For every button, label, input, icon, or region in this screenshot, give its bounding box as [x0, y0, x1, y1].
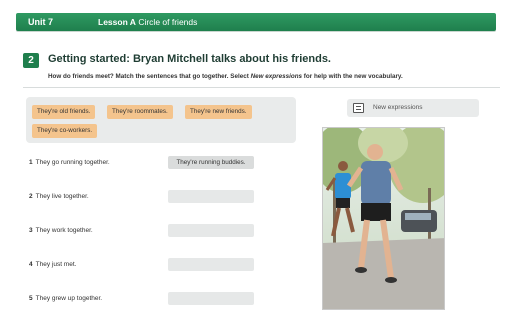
book-icon	[353, 103, 364, 113]
runner-front-shirt	[361, 161, 391, 205]
sentence-number: 4	[29, 261, 33, 268]
sentence-5: 5 They grew up together.	[29, 295, 102, 302]
divider	[23, 87, 500, 88]
sentence-text: They work together.	[35, 227, 93, 234]
answer-chip-new-friends[interactable]: They're new friends.	[185, 105, 252, 119]
unit-label: Unit 7	[28, 17, 54, 27]
sentence-1: 1 They go running together.	[29, 159, 110, 166]
runners-illustration	[323, 128, 444, 309]
runner-front-head	[367, 144, 383, 160]
lesson-title: Circle of friends	[138, 17, 198, 27]
instructions-text-2: for help with the new vocabulary.	[302, 73, 403, 80]
answer-slot-5[interactable]	[168, 292, 254, 305]
answer-chip-co-workers[interactable]: They're co-workers.	[32, 124, 98, 138]
sentence-4: 4 They just met.	[29, 261, 76, 268]
sentence-2: 2 They live together.	[29, 193, 89, 200]
new-expressions-button[interactable]: New expressions	[347, 99, 479, 117]
answer-bank: They're old friends. They're roommates. …	[26, 97, 296, 143]
lesson-prefix: Lesson A	[98, 17, 136, 27]
sentence-number: 1	[29, 159, 33, 166]
lesson-label: Lesson A Circle of friends	[98, 17, 197, 27]
answer-chip-roommates[interactable]: They're roommates.	[107, 105, 173, 119]
answer-slot-2[interactable]	[168, 190, 254, 203]
runner-front-shoe	[385, 277, 397, 283]
sentence-text: They go running together.	[35, 159, 110, 166]
activity-title: Getting started: Bryan Mitchell talks ab…	[48, 53, 331, 65]
sentence-number: 2	[29, 193, 33, 200]
sentence-3: 3 They work together.	[29, 227, 93, 234]
unit-header-bar: Unit 7 Lesson A Circle of friends	[16, 13, 496, 31]
answer-slot-1[interactable]: They're running buddies.	[168, 156, 254, 169]
activity-number-badge: 2	[23, 53, 39, 68]
new-expressions-label: New expressions	[373, 104, 423, 111]
runner-front-shoe	[355, 267, 367, 273]
runner-back-shorts	[336, 198, 350, 208]
sentence-text: They live together.	[35, 193, 89, 200]
activity-instructions: How do friends meet? Match the sentences…	[48, 73, 403, 80]
sentence-number: 3	[29, 227, 33, 234]
instructions-emphasis: New expressions	[250, 73, 303, 80]
runner-back-shirt	[335, 173, 351, 199]
instructions-text-1: How do friends meet? Match the sentences…	[48, 73, 251, 80]
answer-slot-4[interactable]	[168, 258, 254, 271]
sentence-number: 5	[29, 295, 33, 302]
answer-chip-old-friends[interactable]: They're old friends.	[32, 105, 96, 119]
answer-slot-3[interactable]	[168, 224, 254, 237]
runner-front-shorts	[361, 203, 391, 221]
sentence-text: They grew up together.	[35, 295, 103, 302]
runners-photo	[322, 127, 445, 310]
runner-back-head	[338, 161, 348, 171]
sentence-text: They just met.	[35, 261, 77, 268]
car-window	[405, 213, 431, 220]
